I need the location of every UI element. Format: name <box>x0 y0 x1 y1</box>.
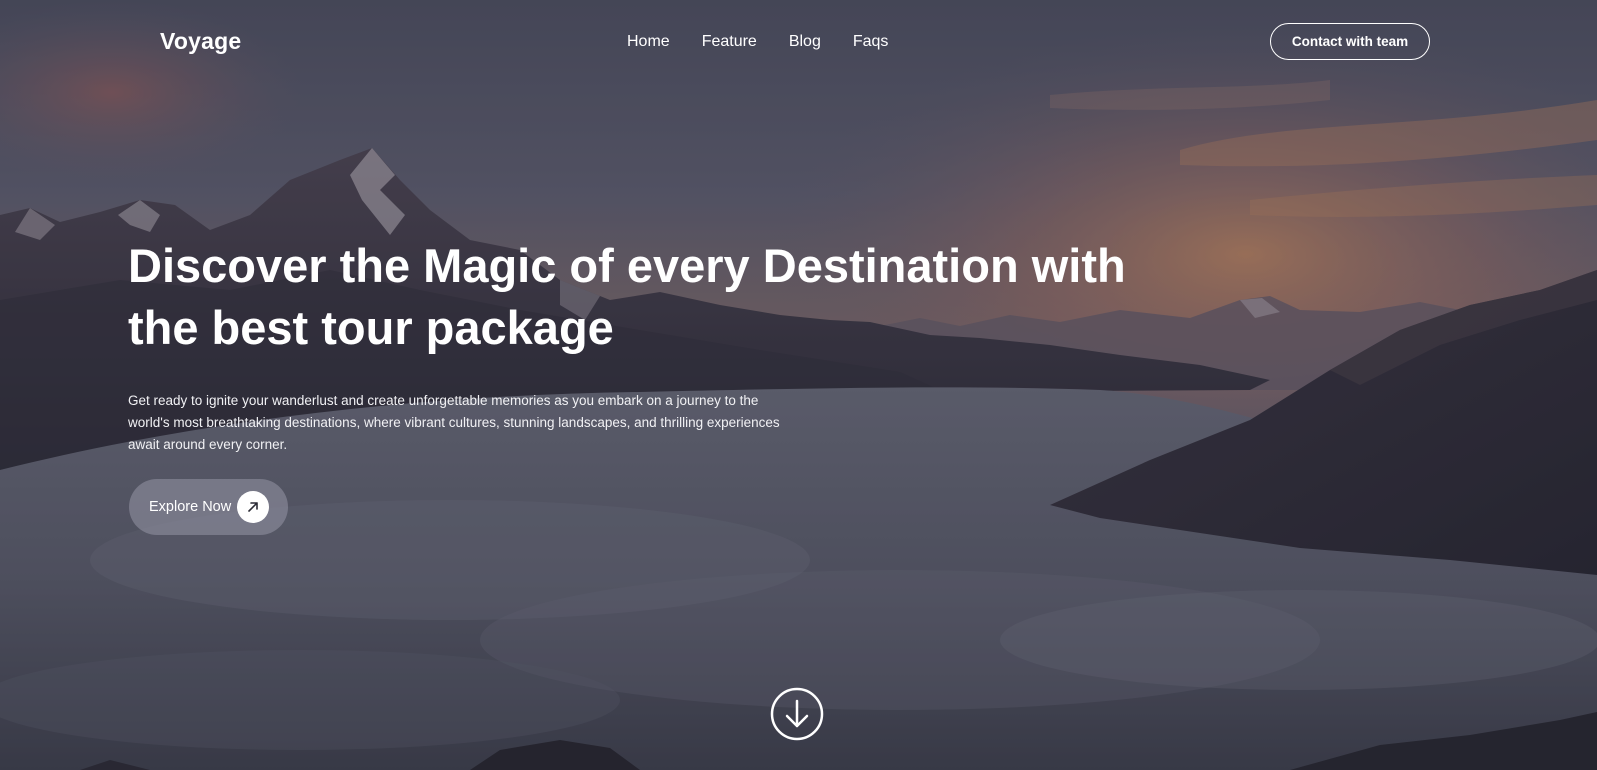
hero-title: Discover the Magic of every Destination … <box>128 239 1126 354</box>
background-overlay <box>0 0 1597 770</box>
explore-now-label: Explore Now <box>149 499 232 515</box>
nav-item-feature[interactable]: Feature <box>702 33 757 51</box>
arrow-down-circle-icon <box>770 687 824 741</box>
nav-item-home[interactable]: Home <box>627 33 670 51</box>
hero-section: Voyage Home Feature Blog Faqs Contact wi… <box>0 0 1597 770</box>
nav-item-faqs[interactable]: Faqs <box>853 33 889 51</box>
nav-menu: Home Feature Blog Faqs <box>627 33 888 51</box>
nav-item-blog[interactable]: Blog <box>789 33 821 51</box>
hero-description: Get ready to ignite your wanderlust and … <box>128 393 780 452</box>
brand-logo[interactable]: Voyage <box>160 28 241 55</box>
scroll-down-button[interactable] <box>770 687 824 741</box>
contact-team-button[interactable]: Contact with team <box>1270 23 1430 60</box>
top-navbar: Voyage Home Feature Blog Faqs Contact wi… <box>0 0 1597 86</box>
arrow-up-right-icon <box>237 491 269 523</box>
explore-now-button[interactable]: Explore Now <box>129 479 288 535</box>
